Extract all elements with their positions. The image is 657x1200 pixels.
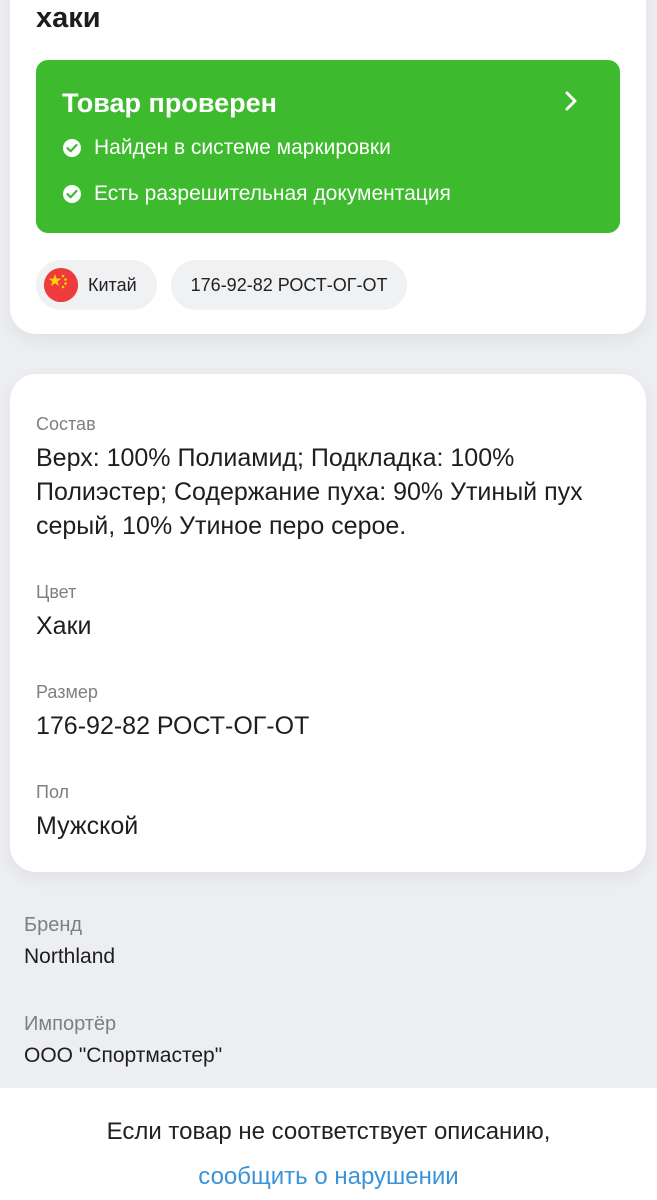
- size-label: Размер: [36, 682, 98, 702]
- size-value: 176-92-82 РОСТ-ОГ-ОТ: [36, 712, 310, 740]
- check-circle-icon: [63, 185, 81, 203]
- verification-title: Товар проверен: [62, 88, 277, 118]
- verification-banner[interactable]: Товар проверен Найден в системе маркиров…: [36, 60, 620, 233]
- size-chip[interactable]: 176-92-82 РОСТ-ОГ-ОТ: [170, 260, 408, 310]
- importer-attribute: Импортёр ООО "Спортмастер": [24, 1013, 222, 1068]
- report-violation-link[interactable]: сообщить о нарушении: [0, 1163, 657, 1191]
- brand-label: Бренд: [24, 914, 83, 936]
- check-circle-icon: [63, 139, 81, 157]
- check-permit-docs: Есть разрешительная документация: [62, 182, 451, 206]
- product-details-card: Состав Верх: 100% Полиамид; Подкладка: 1…: [10, 374, 646, 872]
- gender-value: Мужской: [36, 812, 139, 840]
- product-summary-card: хаки Товар проверен Найден в системе мар…: [10, 0, 646, 334]
- product-title: хаки: [36, 2, 101, 34]
- report-prompt-text: Если товар не соответствует описанию,: [106, 1118, 551, 1145]
- color-label: Цвет: [36, 582, 77, 602]
- composition-label: Состав: [36, 414, 96, 434]
- country-label: Китай: [88, 274, 137, 295]
- check-label: Есть разрешительная документация: [94, 182, 451, 205]
- importer-value: ООО "Спортмастер": [24, 1044, 223, 1067]
- brand-value: Northland: [24, 945, 116, 968]
- check-marking-system: Найден в системе маркировки: [62, 136, 391, 160]
- importer-label: Импортёр: [24, 1013, 117, 1035]
- composition-attribute: Состав Верх: 100% Полиамид; Подкладка: 1…: [36, 414, 620, 543]
- size-chip-label: 176-92-82 РОСТ-ОГ-ОТ: [190, 274, 388, 295]
- report-footer: Если товар не соответствует описанию, со…: [0, 1088, 657, 1200]
- color-attribute: Цвет Хаки: [36, 582, 620, 643]
- country-chip[interactable]: Китай: [36, 260, 157, 310]
- gender-label: Пол: [36, 782, 70, 802]
- chevron-right-icon: [565, 91, 577, 111]
- gender-attribute: Пол Мужской: [36, 782, 620, 843]
- composition-value: Верх: 100% Полиамид; Подкладка: 100% Пол…: [36, 444, 583, 540]
- size-attribute: Размер 176-92-82 РОСТ-ОГ-ОТ: [36, 682, 620, 743]
- china-flag-icon: [44, 268, 78, 302]
- brand-attribute: Бренд Northland: [24, 914, 115, 969]
- check-label: Найден в системе маркировки: [94, 136, 391, 159]
- color-value: Хаки: [36, 612, 92, 640]
- product-chips: Китай 176-92-82 РОСТ-ОГ-ОТ: [36, 260, 408, 310]
